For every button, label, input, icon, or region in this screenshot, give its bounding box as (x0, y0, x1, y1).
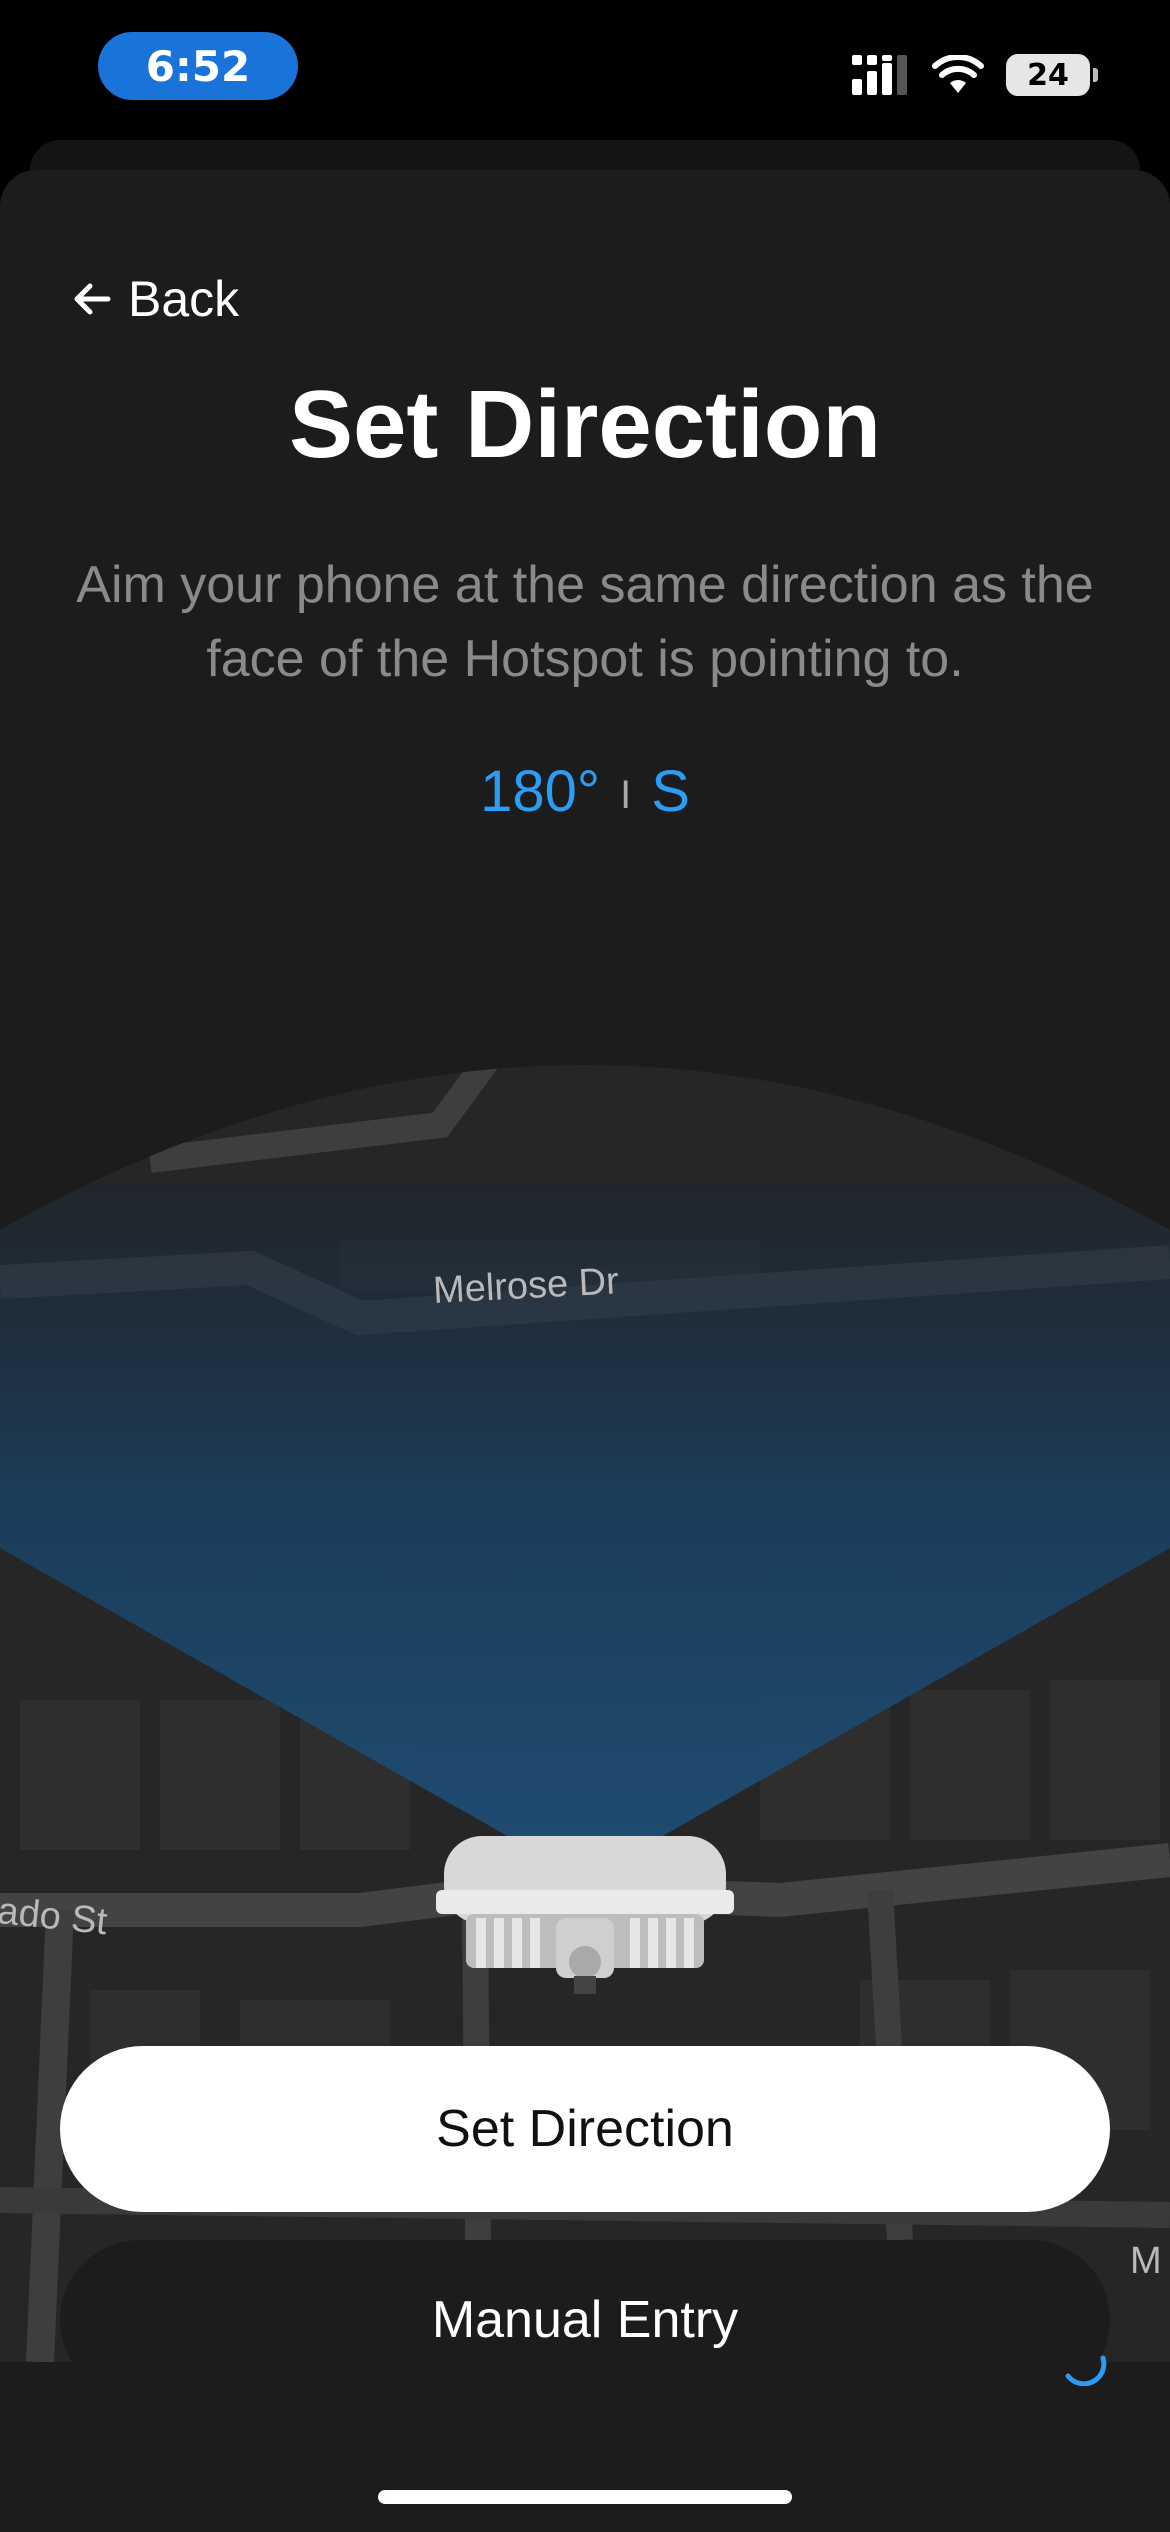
status-bar: 6:52 24 (0, 0, 1170, 140)
manual-entry-button[interactable]: Manual Entry (60, 2240, 1110, 2400)
wifi-icon (932, 55, 984, 93)
back-button[interactable]: Back (70, 270, 239, 328)
arrow-left-icon (74, 283, 111, 315)
heading-degrees: 180° (480, 759, 601, 824)
status-icons: 24 (852, 50, 1098, 100)
street-label-m: M (1130, 2240, 1162, 2282)
loading-spinner-icon (1065, 2355, 1107, 2386)
heading-separator: I (620, 773, 632, 818)
cellular-signal-icon (852, 55, 907, 95)
battery-icon: 24 (1006, 54, 1098, 96)
home-indicator (378, 2490, 792, 2504)
page-subtitle: Aim your phone at the same direction as … (76, 556, 1094, 688)
hotspot-device-icon (436, 1836, 734, 1994)
heading-readout: 180° I S (0, 758, 1170, 825)
set-direction-button[interactable]: Set Direction (60, 2046, 1110, 2212)
status-time: 6:52 (98, 32, 298, 100)
page-title: Set Direction (288, 371, 882, 478)
back-label: Back (128, 271, 240, 327)
heading-cardinal: S (651, 759, 690, 824)
